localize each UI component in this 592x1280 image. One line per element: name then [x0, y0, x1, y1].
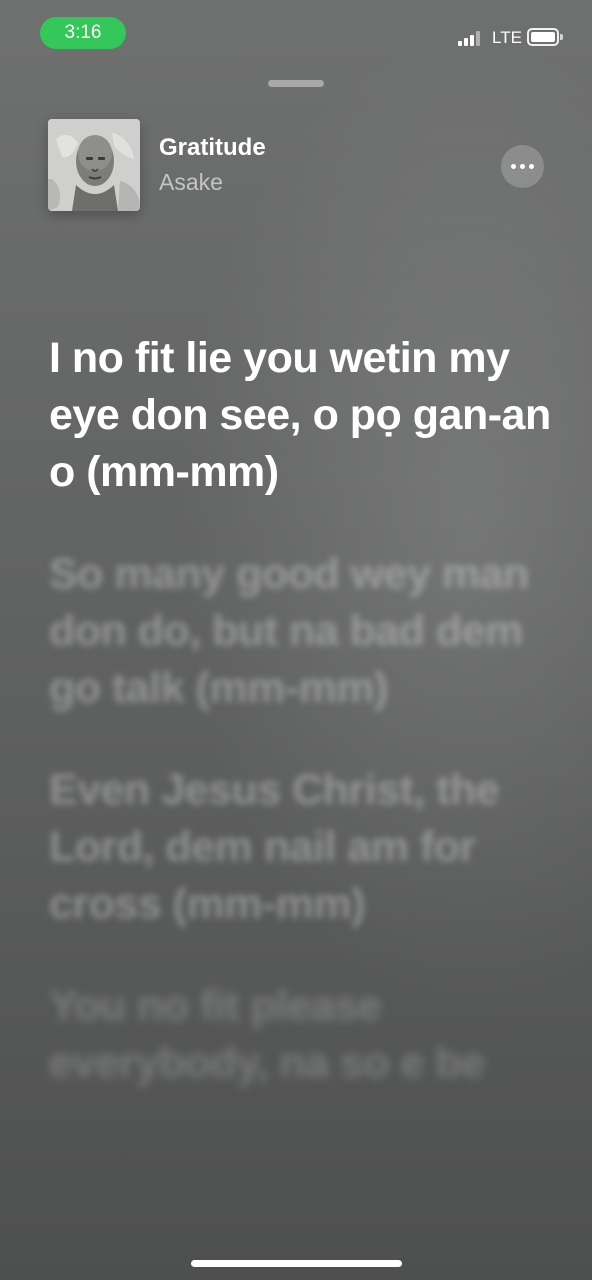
lyric-line-active[interactable]: I no fit lie you wetin my eye don see, o…: [49, 330, 559, 501]
home-indicator[interactable]: [191, 1260, 402, 1267]
network-label: LTE: [492, 28, 522, 47]
lyrics-list: I no fit lie you wetin my eye don see, o…: [49, 330, 559, 1137]
more-options-button[interactable]: [501, 145, 544, 188]
status-time[interactable]: 3:16: [40, 17, 126, 49]
track-artist[interactable]: Asake: [159, 169, 223, 196]
battery-icon: [527, 28, 563, 46]
lyric-line[interactable]: You no fit please everybody, na so e be: [49, 978, 559, 1092]
cellular-signal-icon: [458, 30, 484, 46]
lyric-line[interactable]: Even Jesus Christ, the Lord, dem nail am…: [49, 762, 559, 933]
album-artwork[interactable]: [48, 119, 140, 211]
status-bar: 3:16 LTE: [0, 0, 592, 70]
sheet-grabber[interactable]: [268, 80, 324, 87]
lyric-line[interactable]: So many good wey man don do, but na bad …: [49, 546, 559, 717]
track-title: Gratitude: [159, 134, 266, 161]
ellipsis-icon: [511, 164, 516, 169]
